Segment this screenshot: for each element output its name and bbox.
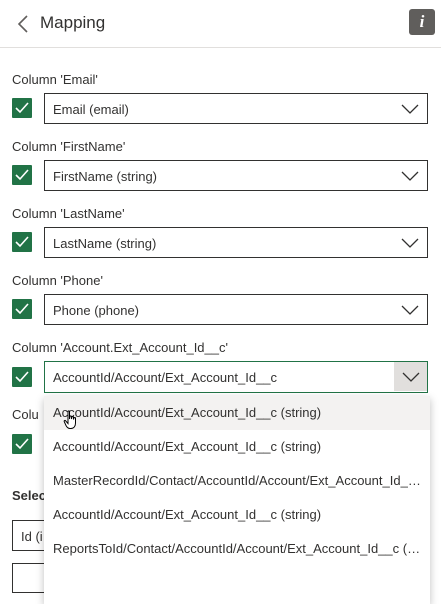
select-section-label-partial: Selec <box>12 488 46 503</box>
mapping-select-value: FirstName (string) <box>53 169 158 184</box>
dropdown-option-label: ReportsToId/Contact/AccountId/Account/Ex… <box>53 541 425 556</box>
id-select-value: Id (i <box>21 529 43 544</box>
page-title: Mapping <box>40 13 106 32</box>
mapping-select-value: LastName (string) <box>53 236 157 251</box>
mapping-select-firstname[interactable]: FirstName (string) <box>44 160 428 191</box>
dropdown-option[interactable]: AccountId/Account/Ext_Account_Id__c (str… <box>44 430 430 464</box>
checkmark-icon <box>15 371 29 383</box>
dropdown-option[interactable]: ReportsToId/Contact/AccountId/Account/Ex… <box>44 532 430 566</box>
checkbox-firstname[interactable] <box>12 165 32 185</box>
dropdown-option-label: AccountId/Account/Ext_Account_Id__c (str… <box>53 405 322 420</box>
dropdown-option-label: AccountId/Account/Ext_Account_Id__c (str… <box>53 439 322 454</box>
checkmark-icon <box>15 102 29 114</box>
chevron-down-icon <box>402 372 420 382</box>
info-icon[interactable]: i <box>409 9 435 35</box>
column-label-email: Column 'Email' <box>12 72 98 87</box>
dropdown-option[interactable]: MasterRecordId/Contact/AccountId/Account… <box>44 464 430 498</box>
mapping-select-account-ext-id[interactable]: AccountId/Account/Ext_Account_Id__c <box>44 361 428 393</box>
chevron-down-icon <box>401 305 419 315</box>
column-label-account-ext-id: Column 'Account.Ext_Account_Id__c' <box>12 340 228 355</box>
column-label-phone: Column 'Phone' <box>12 273 103 288</box>
dropdown-option-label: AccountId/Account/Ext_Account_Id__c (str… <box>53 507 322 522</box>
mapping-select-value: Phone (phone) <box>53 303 140 318</box>
header-bar: Mapping i <box>0 0 441 48</box>
chevron-down-icon <box>401 171 419 181</box>
mapping-select-email[interactable]: Email (email) <box>44 93 428 124</box>
chevron-down-icon <box>401 104 419 114</box>
dropdown-option[interactable]: AccountId/Account/Ext_Account_Id__c (str… <box>44 498 430 532</box>
back-chevron-icon[interactable] <box>17 15 29 33</box>
checkmark-icon <box>15 438 29 450</box>
mapping-select-value: Email (email) <box>53 102 129 117</box>
column-label-lastname: Column 'LastName' <box>12 206 125 221</box>
dropdown-list: AccountId/Account/Ext_Account_Id__c (str… <box>44 396 430 604</box>
checkmark-icon <box>15 303 29 315</box>
checkmark-icon <box>15 169 29 181</box>
checkbox-lastname[interactable] <box>12 232 32 252</box>
column-label-firstname: Column 'FirstName' <box>12 139 126 154</box>
dropdown-option-label: MasterRecordId/Contact/AccountId/Account… <box>53 473 425 488</box>
mapping-select-value: AccountId/Account/Ext_Account_Id__c <box>53 370 278 385</box>
mapping-select-phone[interactable]: Phone (phone) <box>44 294 428 325</box>
dropdown-option[interactable]: AccountId/Account/Ext_Account_Id__c (str… <box>44 396 430 430</box>
checkbox-account-ext-id[interactable] <box>12 367 32 387</box>
column-label-next-partial: Colu <box>12 407 39 422</box>
checkbox-email[interactable] <box>12 98 32 118</box>
checkbox-phone[interactable] <box>12 299 32 319</box>
chevron-down-icon <box>401 238 419 248</box>
checkmark-icon <box>15 236 29 248</box>
mapping-select-lastname[interactable]: LastName (string) <box>44 227 428 258</box>
checkbox-next[interactable] <box>12 434 32 454</box>
